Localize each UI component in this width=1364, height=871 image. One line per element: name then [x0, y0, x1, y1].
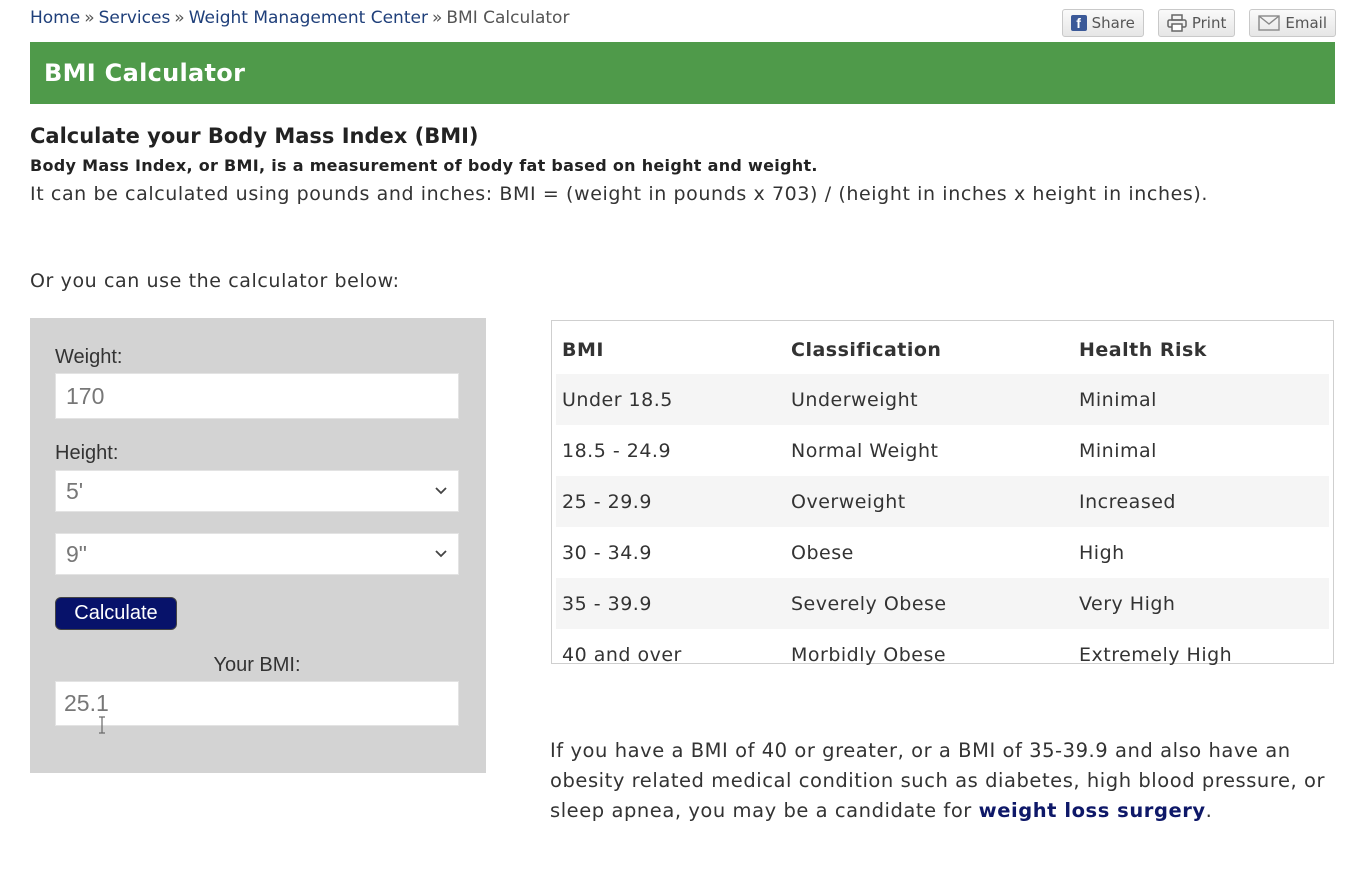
breadcrumb-separator: »	[84, 8, 95, 28]
table-row: 40 and over Morbidly Obese Extremely Hig…	[556, 629, 1329, 680]
health-risk-cell: Increased	[1079, 490, 1176, 513]
facebook-icon: f	[1070, 15, 1087, 31]
weight-label: Weight:	[55, 346, 123, 368]
surgery-note: If you have a BMI of 40 or greater, or a…	[550, 736, 1340, 826]
bmi-range-cell: 35 - 39.9	[562, 592, 652, 615]
height-inches-value: 9"	[66, 540, 87, 567]
chevron-down-icon	[435, 550, 447, 558]
chevron-down-icon	[435, 487, 447, 495]
health-risk-cell: High	[1079, 541, 1125, 564]
intro-section: Calculate your Body Mass Index (BMI) Bod…	[30, 124, 1330, 292]
page-title: BMI Calculator	[44, 59, 246, 87]
breadcrumb-home[interactable]: Home	[30, 8, 80, 28]
breadcrumb-separator: »	[431, 8, 443, 28]
table-row: 25 - 29.9 Overweight Increased	[556, 476, 1329, 527]
height-feet-select[interactable]: 5'	[55, 470, 459, 512]
weight-value: 170	[66, 382, 105, 409]
classification-cell: Obese	[791, 541, 854, 564]
health-risk-cell: Minimal	[1079, 439, 1157, 462]
section-heading: Calculate your Body Mass Index (BMI)	[30, 124, 479, 148]
table-row: 35 - 39.9 Severely Obese Very High	[556, 578, 1329, 629]
classification-cell: Morbidly Obese	[791, 643, 947, 666]
table-row: Under 18.5 Underweight Minimal	[556, 374, 1329, 425]
height-inches-select[interactable]: 9"	[55, 533, 459, 575]
bmi-result-value: 25.1	[64, 690, 109, 716]
envelope-icon	[1258, 15, 1281, 31]
bmi-range-cell: 30 - 34.9	[562, 541, 652, 564]
bmi-range-cell: 25 - 29.9	[562, 490, 652, 513]
weight-loss-surgery-link[interactable]: weight loss surgery	[979, 799, 1206, 822]
breadcrumb-services[interactable]: Services	[99, 8, 171, 28]
calculate-button[interactable]: Calculate	[55, 597, 177, 630]
print-button[interactable]: Print	[1157, 9, 1236, 37]
page-banner: BMI Calculator	[30, 42, 1335, 104]
column-header-bmi: BMI	[562, 338, 604, 361]
breadcrumb: Home» Services» Weight Management Center» B…	[30, 8, 569, 28]
bmi-calculator-panel: Weight: 170 Height: 5' 9" Calculate Your…	[30, 318, 486, 773]
bmi-range-cell: Under 18.5	[562, 388, 673, 411]
breadcrumb-separator: »	[174, 8, 185, 28]
table-header-row: BMI Classification Health Risk	[556, 325, 1329, 374]
health-risk-cell: Minimal	[1079, 388, 1157, 411]
share-label: Share	[1091, 14, 1135, 32]
classification-cell: Overweight	[791, 490, 906, 513]
top-bar: Home» Services» Weight Management Center» B…	[0, 0, 1364, 42]
calculator-intro-text: Or you can use the calculator below:	[30, 270, 400, 292]
weight-input[interactable]: 170	[55, 373, 459, 419]
table-row: 18.5 - 24.9 Normal Weight Minimal	[556, 425, 1329, 476]
email-label: Email	[1285, 14, 1327, 32]
classification-cell: Normal Weight	[791, 439, 939, 462]
classification-cell: Underweight	[791, 388, 919, 411]
bmi-table: BMI Classification Health Risk Under 18.…	[556, 325, 1329, 680]
formula-text: It can be calculated using pounds and in…	[30, 183, 1209, 205]
printer-icon	[1167, 14, 1187, 32]
height-feet-value: 5'	[66, 477, 84, 504]
classification-cell: Severely Obese	[791, 592, 947, 615]
surgery-note-end: .	[1205, 799, 1213, 822]
email-button[interactable]: Email	[1249, 9, 1336, 37]
bmi-result-field[interactable]: 25.1	[55, 681, 459, 726]
your-bmi-label: Your BMI:	[213, 654, 301, 676]
share-tools: f Share Print Email	[1061, 9, 1336, 37]
column-header-classification: Classification	[791, 338, 942, 361]
lead-text: Body Mass Index, or BMI, is a measuremen…	[30, 156, 818, 175]
bmi-classification-table: BMI Classification Health Risk Under 18.…	[551, 320, 1334, 666]
breadcrumb-current: BMI Calculator	[446, 8, 570, 28]
print-label: Print	[1191, 14, 1227, 32]
bmi-range-cell: 40 and over	[562, 643, 682, 666]
text-cursor-icon	[99, 716, 105, 734]
bmi-range-cell: 18.5 - 24.9	[562, 439, 672, 462]
facebook-share-button[interactable]: f Share	[1061, 9, 1144, 37]
breadcrumb-weight-management-center[interactable]: Weight Management Center	[189, 8, 428, 28]
table-row: 30 - 34.9 Obese High	[556, 527, 1329, 578]
health-risk-cell: Very High	[1079, 592, 1176, 615]
column-header-health-risk: Health Risk	[1079, 338, 1207, 361]
height-label: Height:	[55, 442, 119, 464]
health-risk-cell: Extremely High	[1079, 643, 1233, 666]
